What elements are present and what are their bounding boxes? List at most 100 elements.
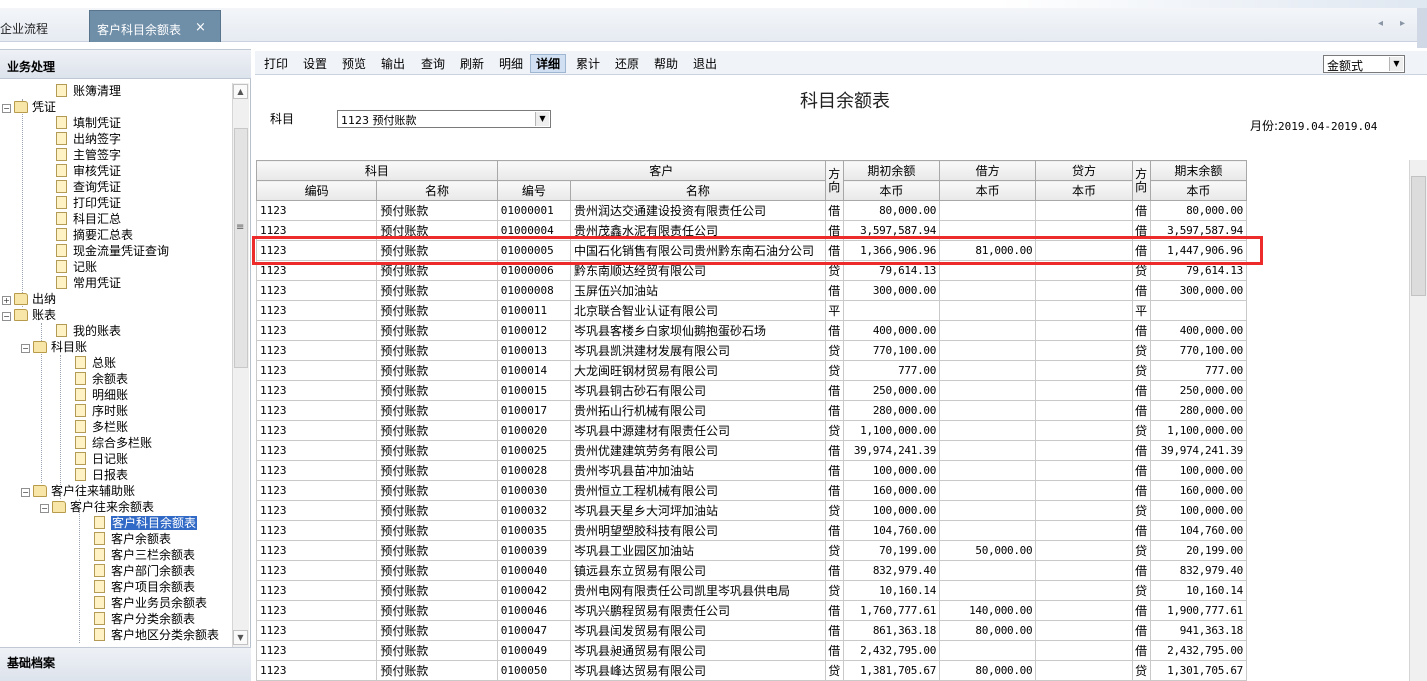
table-row[interactable]: 1123 预付账款 01000001 贵州润达交通建设投资有限责任公司借 80,000.… <box>256 200 1248 221</box>
header-closing-balance[interactable]: 期末余额 <box>1149 160 1248 181</box>
table-row[interactable]: 1123 预付账款 0100046 岑巩兴鹏程贸易有限责任公司借 1,760,777.6… <box>256 600 1248 621</box>
tree-item[interactable]: 客户部门余额表 <box>94 563 195 579</box>
tree-item[interactable]: 账簿清理 <box>56 83 121 99</box>
table-row[interactable]: 1123 预付账款 0100049 岑巩县昶通贸易有限公司借 2,432,795.00 借… <box>256 640 1248 661</box>
tree-item[interactable]: + 出纳 <box>2 291 56 307</box>
tree-item[interactable]: 多栏账 <box>75 419 128 435</box>
tree-item[interactable]: − 账表 <box>2 307 56 323</box>
subject-select[interactable]: 1123 预付账款 ▼ <box>337 110 551 128</box>
tree-item[interactable]: − 客户往来辅助账 <box>21 483 135 499</box>
table-row[interactable]: 1123 预付账款 0100013 岑巩县凯洪建材发展有限公司贷 770,100.00 贷… <box>256 340 1248 361</box>
display-mode-select[interactable]: 金额式 ▼ <box>1323 55 1405 73</box>
toolbar-button[interactable]: 详细 <box>530 54 567 73</box>
table-row[interactable]: 1123 预付账款 0100032 岑巩县天星乡大河坪加油站贷 100,000.00 贷 1… <box>256 500 1248 521</box>
tree-item[interactable]: 审核凭证 <box>56 163 121 179</box>
tree-item[interactable]: 打印凭证 <box>56 195 121 211</box>
chevron-down-icon[interactable]: ▼ <box>1389 57 1403 71</box>
tree-item[interactable]: 查询凭证 <box>56 179 121 195</box>
tree-item[interactable]: 客户分类余额表 <box>94 611 195 627</box>
tree-item[interactable]: 客户科目余额表 <box>94 515 198 531</box>
table-row[interactable]: 1123 预付账款 0100012 岑巩县客楼乡白家坝仙鹅抱蛋砂石场借 400,000.… <box>256 320 1248 341</box>
grid-scrollbar[interactable] <box>1409 160 1427 681</box>
toolbar-button[interactable]: 设置 <box>297 54 333 73</box>
table-row[interactable]: 1123 预付账款 0100020 岑巩县中源建材有限责任公司贷 1,100,000.0… <box>256 420 1248 441</box>
table-row[interactable]: 1123 预付账款 01000004 贵州茂鑫水泥有限责任公司借 3,597,587.9… <box>256 220 1248 241</box>
expand-icon[interactable]: + <box>2 296 11 305</box>
tree-item[interactable]: 科目汇总 <box>56 211 121 227</box>
toolbar-button[interactable]: 还原 <box>609 54 645 73</box>
tab-customer-subject-balance[interactable]: 客户科目余额表 × <box>89 10 221 42</box>
close-icon[interactable]: × <box>195 20 206 35</box>
table-row[interactable]: 1123 预付账款 0100014 大龙闽旺钢材贸易有限公司贷 777.00 贷 777.0… <box>256 360 1248 381</box>
tree-item[interactable]: − 凭证 <box>2 99 56 115</box>
table-row[interactable]: 1123 预付账款 0100039 岑巩县工业园区加油站贷 70,199.00 50,00… <box>256 540 1248 561</box>
tree-item[interactable]: 总账 <box>75 355 116 371</box>
tab-enterprise-flow[interactable]: 企业流程 <box>0 14 54 40</box>
header-direction-open[interactable]: 方向 <box>824 160 844 201</box>
header-credit[interactable]: 贷方 <box>1035 160 1133 181</box>
tab-scroll-left-icon[interactable]: ◂ <box>1378 18 1383 29</box>
tree-item[interactable]: 填制凭证 <box>56 115 121 131</box>
table-row[interactable]: 1123 预付账款 0100017 贵州拓山行机械有限公司借 280,000.00 借 28… <box>256 400 1248 421</box>
header-direction-close[interactable]: 方向 <box>1131 160 1151 201</box>
table-row[interactable]: 1123 预付账款 0100028 贵州岑巩县苗冲加油站借 100,000.00 借 100… <box>256 460 1248 481</box>
header-customer-name[interactable]: 名称 <box>569 180 826 201</box>
table-row[interactable]: 1123 预付账款 0100035 贵州明望塑胶科技有限公司借 104,760.00 借 1… <box>256 520 1248 541</box>
header-debit[interactable]: 借方 <box>939 160 1037 181</box>
table-row[interactable]: 1123 预付账款 01000005 中国石化销售有限公司贵州黔东南石油分公司借 1,3… <box>256 240 1248 261</box>
collapse-icon[interactable]: − <box>40 504 49 513</box>
header-subject[interactable]: 科目 <box>256 160 498 181</box>
left-scrollbar[interactable]: ▲ ▼ <box>232 83 249 647</box>
header-customer[interactable]: 客户 <box>496 160 826 181</box>
toolbar-button[interactable]: 帮助 <box>648 54 684 73</box>
toolbar-button[interactable]: 输出 <box>375 54 411 73</box>
header-subject-name[interactable]: 名称 <box>376 180 498 201</box>
tree-item[interactable]: 常用凭证 <box>56 275 121 291</box>
tree-item[interactable]: 我的账表 <box>56 323 121 339</box>
table-row[interactable]: 1123 预付账款 01000008 玉屏伍兴加油站借 300,000.00 借 300,0… <box>256 280 1248 301</box>
toolbar-button[interactable]: 打印 <box>258 54 294 73</box>
collapse-icon[interactable]: − <box>21 344 30 353</box>
table-row[interactable]: 1123 预付账款 0100030 贵州恒立工程机械有限公司借 160,000.00 借 1… <box>256 480 1248 501</box>
toolbar-button[interactable]: 退出 <box>687 54 723 73</box>
collapse-icon[interactable]: − <box>2 312 11 321</box>
scroll-down-icon[interactable]: ▼ <box>233 630 248 645</box>
chevron-down-icon[interactable]: ▼ <box>535 112 549 126</box>
collapse-icon[interactable]: − <box>21 488 30 497</box>
scroll-thumb[interactable] <box>234 128 248 368</box>
tree-item[interactable]: 综合多栏账 <box>75 435 152 451</box>
header-opening-currency[interactable]: 本币 <box>842 180 941 201</box>
table-row[interactable]: 1123 预付账款 0100040 镇远县东立贸易有限公司借 832,979.40 借 83… <box>256 560 1248 581</box>
header-debit-currency[interactable]: 本币 <box>939 180 1037 201</box>
tree-item[interactable]: 出纳签字 <box>56 131 121 147</box>
tree-item[interactable]: 客户余额表 <box>94 531 171 547</box>
toolbar-button[interactable]: 查询 <box>415 54 451 73</box>
table-row[interactable]: 1123 预付账款 0100047 岑巩县闰发贸易有限公司借 861,363.18 80,… <box>256 620 1248 641</box>
scroll-thumb[interactable] <box>1411 176 1426 296</box>
tree-item[interactable]: 客户业务员余额表 <box>94 595 207 611</box>
toolbar-button[interactable]: 刷新 <box>454 54 490 73</box>
tree-item[interactable]: 日报表 <box>75 467 128 483</box>
table-row[interactable]: 1123 预付账款 0100042 贵州电网有限责任公司凯里岑巩县供电局贷 10,160… <box>256 580 1248 601</box>
toolbar-button[interactable]: 明细 <box>493 54 529 73</box>
tree-item[interactable]: − 科目账 <box>21 339 87 355</box>
table-row[interactable]: 1123 预付账款 0100015 岑巩县铜古砂石有限公司借 250,000.00 借 25… <box>256 380 1248 401</box>
tree-item[interactable]: 记账 <box>56 259 97 275</box>
panel-header-basic-archives[interactable]: 基础档案 <box>0 647 251 681</box>
table-row[interactable]: 1123 预付账款 0100011 北京联合智业认证有限公司平平 <box>256 300 1248 321</box>
tree-item[interactable]: 现金流量凭证查询 <box>56 243 169 259</box>
tab-scroll-right-icon[interactable]: ▸ <box>1400 18 1405 29</box>
tree-item[interactable]: 客户项目余额表 <box>94 579 195 595</box>
table-row[interactable]: 1123 预付账款 0100050 岑巩县峰达贸易有限公司贷 1,381,705.67 8… <box>256 660 1248 681</box>
scroll-up-icon[interactable]: ▲ <box>233 84 248 99</box>
header-closing-currency[interactable]: 本币 <box>1149 180 1248 201</box>
tree-item[interactable]: 余额表 <box>75 371 128 387</box>
table-row[interactable]: 1123 预付账款 0100025 贵州优建建筑劳务有限公司借 39,974,241.3… <box>256 440 1248 461</box>
toolbar-button[interactable]: 累计 <box>570 54 606 73</box>
tree-item[interactable]: 序时账 <box>75 403 128 419</box>
tree-item[interactable]: 主管签字 <box>56 147 121 163</box>
header-customer-number[interactable]: 编号 <box>496 180 571 201</box>
header-opening-balance[interactable]: 期初余额 <box>842 160 941 181</box>
panel-header-business[interactable]: 业务处理 <box>0 49 251 79</box>
tree-item[interactable]: 客户三栏余额表 <box>94 547 195 563</box>
